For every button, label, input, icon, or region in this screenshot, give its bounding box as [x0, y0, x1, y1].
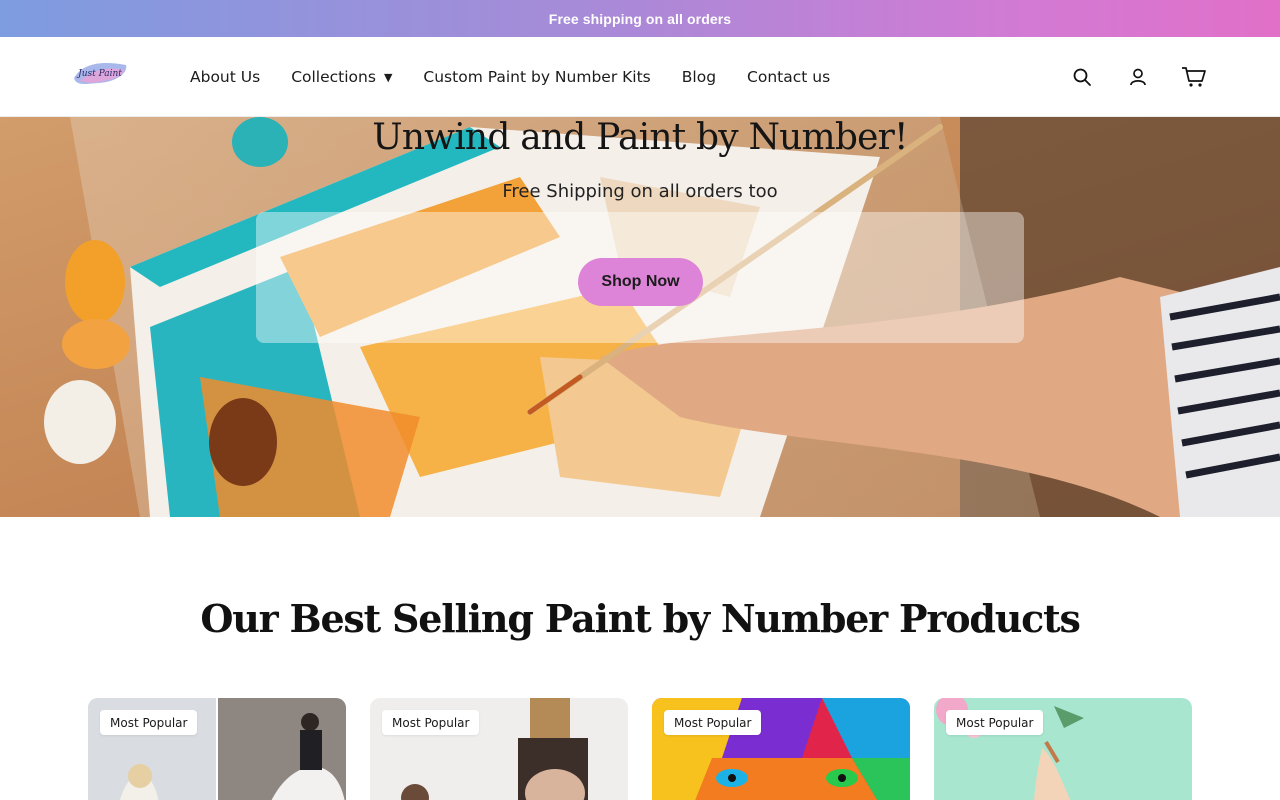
most-popular-badge: Most Popular	[382, 710, 480, 735]
product-card[interactable]: Most Popular	[934, 698, 1192, 800]
announcement-text: Free shipping on all orders	[548, 10, 732, 27]
product-card[interactable]: Most Popular	[652, 698, 910, 800]
announcement-bar: Free shipping on all orders	[0, 0, 1280, 37]
nav-about-us[interactable]: About Us	[190, 68, 260, 86]
nav-about-us-label: About Us	[190, 68, 261, 86]
shop-now-button[interactable]: Shop Now	[578, 258, 703, 306]
account-icon[interactable]	[1124, 63, 1152, 91]
nav-collections[interactable]: Collections ▼	[291, 68, 392, 86]
search-icon[interactable]	[1068, 63, 1096, 91]
most-popular-badge: Most Popular	[100, 710, 198, 735]
main-nav: About Us Collections ▼ Custom Paint by N…	[190, 37, 861, 117]
most-popular-badge: Most Popular	[664, 710, 762, 735]
chevron-down-icon: ▼	[383, 70, 393, 84]
logo-text: Just Paint	[76, 69, 122, 79]
product-grid: Most Popular Most Popular Most Popular M…	[88, 698, 1192, 800]
best-sellers-title: Our Best Selling Paint by Number Product…	[200, 596, 1080, 641]
nav-blog[interactable]: Blog	[682, 68, 716, 86]
product-card[interactable]: Most Popular	[88, 698, 346, 800]
product-card[interactable]: Most Popular	[370, 698, 628, 800]
nav-custom-kits-label: Custom Paint by Number Kits	[423, 68, 651, 86]
site-header: Just Paint About Us Collections ▼ Custom…	[0, 37, 1280, 117]
hero-title: Unwind and Paint by Number!	[372, 117, 908, 158]
nav-contact-us-label: Contact us	[747, 68, 831, 86]
most-popular-badge: Most Popular	[946, 710, 1044, 735]
cart-icon[interactable]	[1180, 63, 1208, 91]
header-icons	[1040, 37, 1208, 117]
nav-collections-label: Collections	[291, 68, 376, 86]
nav-contact-us[interactable]: Contact us	[747, 68, 830, 86]
nav-blog-label: Blog	[681, 68, 717, 86]
nav-custom-kits[interactable]: Custom Paint by Number Kits	[423, 68, 650, 86]
hero-banner	[0, 117, 1280, 517]
store-logo[interactable]: Just Paint	[70, 56, 130, 90]
hero-subtitle: Free Shipping on all orders too	[502, 181, 778, 202]
